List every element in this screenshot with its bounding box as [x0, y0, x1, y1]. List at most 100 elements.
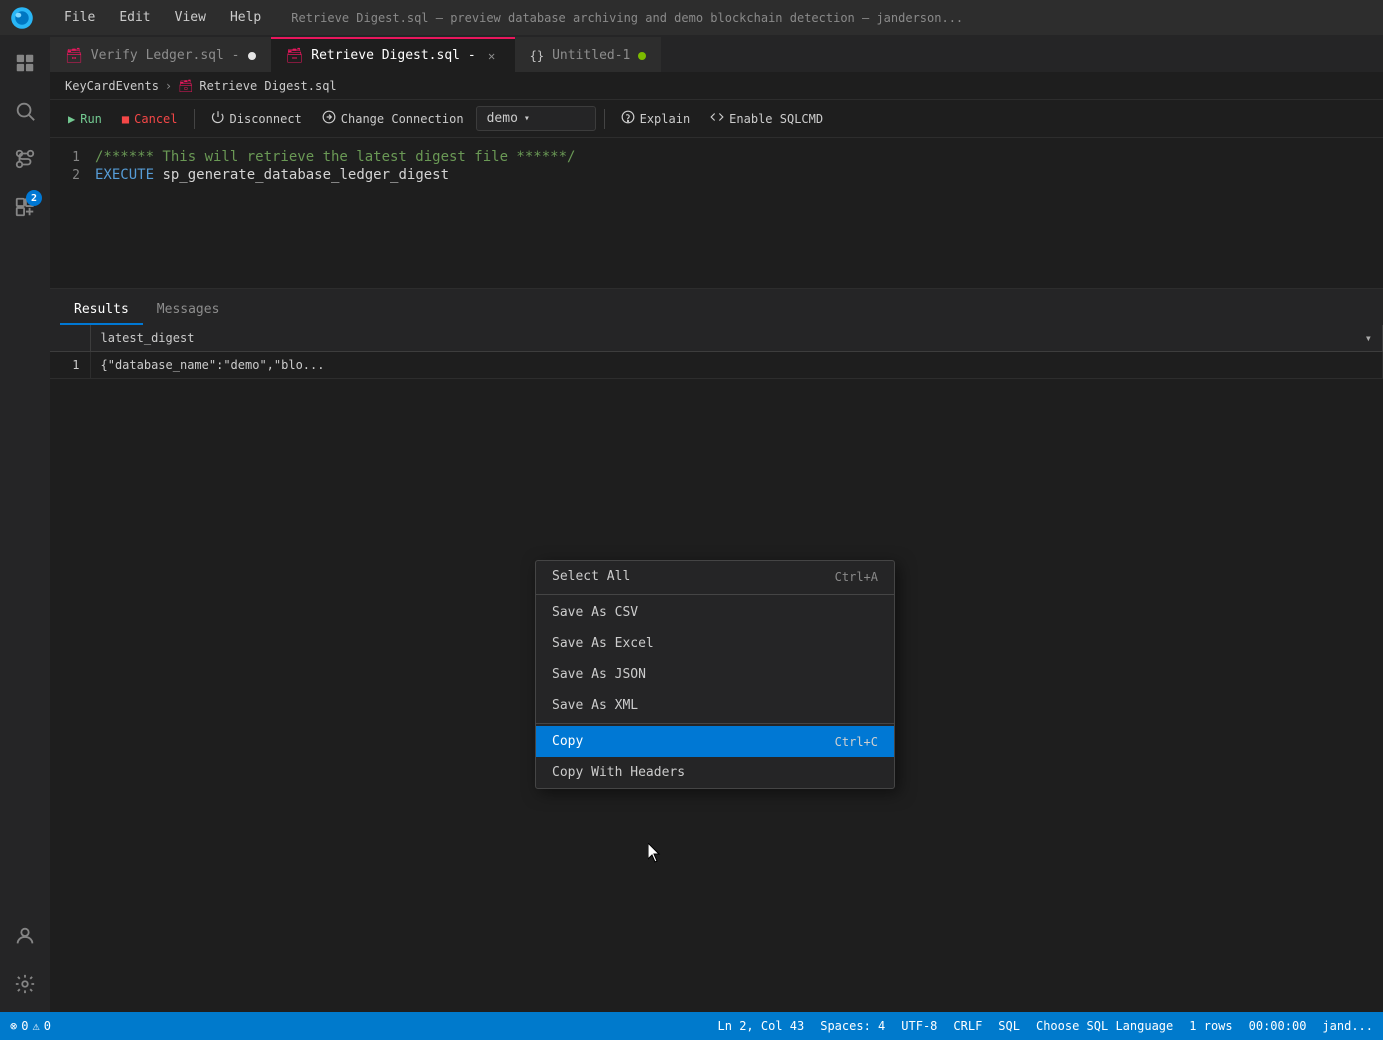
- disconnect-button[interactable]: Disconnect: [203, 106, 310, 131]
- run-icon: ▶: [68, 112, 75, 126]
- sort-icon: ▾: [1365, 331, 1372, 345]
- activity-bar: [0, 35, 50, 1012]
- tab-retrieve-close[interactable]: ✕: [484, 48, 500, 64]
- activity-icon-source-control[interactable]: [5, 139, 45, 179]
- cancel-button[interactable]: ■ Cancel: [114, 108, 186, 130]
- activity-icon-account[interactable]: [5, 916, 45, 956]
- status-spaces[interactable]: Spaces: 4: [820, 1019, 885, 1033]
- ctx-copy-with-headers[interactable]: Copy With Headers: [536, 757, 894, 788]
- status-time[interactable]: 00:00:00: [1249, 1019, 1307, 1033]
- status-encoding[interactable]: UTF-8: [901, 1019, 937, 1033]
- status-line-ending[interactable]: CRLF: [953, 1019, 982, 1033]
- breadcrumb-item-2[interactable]: Retrieve Digest.sql: [199, 79, 336, 93]
- status-user[interactable]: jand...: [1322, 1019, 1373, 1033]
- ctx-select-all-label: Select All: [552, 569, 630, 584]
- ctx-select-all[interactable]: Select All Ctrl+A: [536, 561, 894, 592]
- disconnect-icon: [211, 110, 225, 127]
- enable-sqlcmd-icon: [710, 110, 724, 127]
- tab-bar: 🗃 Verify Ledger.sql - 🗃 Retrieve Digest.…: [50, 35, 1383, 72]
- cell-latest-digest: {"database_name":"demo","blo...: [90, 352, 1383, 379]
- change-connection-label: Change Connection: [341, 112, 464, 126]
- status-choose-language[interactable]: Choose SQL Language: [1036, 1019, 1173, 1033]
- line-ending-text: CRLF: [953, 1019, 982, 1033]
- ctx-save-xml[interactable]: Save As XML: [536, 690, 894, 721]
- tab-verify-icon: 🗃: [65, 48, 83, 64]
- tab-untitled[interactable]: {} Untitled-1: [515, 37, 662, 72]
- change-connection-button[interactable]: Change Connection: [314, 106, 472, 131]
- tab-untitled-icon: {}: [530, 49, 544, 63]
- choose-language-text: Choose SQL Language: [1036, 1019, 1173, 1033]
- status-position[interactable]: Ln 2, Col 43: [718, 1019, 805, 1033]
- line-num-2: 2: [50, 168, 95, 183]
- cancel-icon: ■: [122, 112, 129, 126]
- column-header-latest-digest[interactable]: latest_digest ▾: [90, 325, 1383, 352]
- toolbar-sep-2: [604, 109, 605, 129]
- menu-help[interactable]: Help: [220, 6, 271, 29]
- ctx-save-json-label: Save As JSON: [552, 667, 646, 682]
- ctx-copy[interactable]: Copy Ctrl+C: [536, 726, 894, 757]
- editor-area: 🗃 Verify Ledger.sql - 🗃 Retrieve Digest.…: [50, 35, 1383, 1012]
- tab-verify-ledger[interactable]: 🗃 Verify Ledger.sql -: [50, 37, 271, 72]
- ctx-separator-1: [536, 594, 894, 595]
- error-count: 0: [21, 1019, 28, 1033]
- main-layout: 🗃 Verify Ledger.sql - 🗃 Retrieve Digest.…: [0, 35, 1383, 1012]
- code-content-2: EXECUTE sp_generate_database_ledger_dige…: [95, 167, 449, 183]
- menu-file[interactable]: File: [54, 6, 105, 29]
- status-rows[interactable]: 1 rows: [1189, 1019, 1232, 1033]
- enable-sqlcmd-button[interactable]: Enable SQLCMD: [702, 106, 831, 131]
- tab-untitled-label: Untitled-1: [552, 48, 630, 63]
- activity-icon-extensions[interactable]: [5, 187, 45, 227]
- status-left: ⊗ 0 ⚠ 0: [10, 1019, 51, 1033]
- chevron-down-icon: ▾: [524, 113, 530, 124]
- code-editor[interactable]: 1 /****** This will retrieve the latest …: [50, 138, 1383, 288]
- error-icon: ⊗: [10, 1019, 17, 1033]
- breadcrumb-item-1[interactable]: KeyCardEvents: [65, 79, 159, 93]
- ctx-separator-2: [536, 723, 894, 724]
- ctx-copy-headers-label: Copy With Headers: [552, 765, 685, 780]
- tab-retrieve-icon: 🗃: [286, 48, 304, 64]
- toolbar: ▶ Run ■ Cancel Disconnect: [50, 100, 1383, 138]
- tab-retrieve-digest[interactable]: 🗃 Retrieve Digest.sql - ✕: [271, 37, 515, 72]
- language-text: SQL: [998, 1019, 1020, 1033]
- column-header-label: latest_digest: [101, 331, 195, 345]
- rows-text: 1 rows: [1189, 1019, 1232, 1033]
- code-content-1: /****** This will retrieve the latest di…: [95, 149, 575, 165]
- cancel-label: Cancel: [134, 112, 177, 126]
- results-tab-results[interactable]: Results: [60, 296, 143, 325]
- disconnect-label: Disconnect: [230, 112, 302, 126]
- ctx-save-csv[interactable]: Save As CSV: [536, 597, 894, 628]
- menu-edit[interactable]: Edit: [109, 6, 160, 29]
- run-button[interactable]: ▶ Run: [60, 108, 110, 130]
- status-errors[interactable]: ⊗ 0 ⚠ 0: [10, 1019, 51, 1033]
- connection-dropdown[interactable]: demo ▾: [476, 106, 596, 131]
- change-connection-icon: [322, 110, 336, 127]
- ctx-copy-label: Copy: [552, 734, 583, 749]
- context-menu: Select All Ctrl+A Save As CSV Save As Ex…: [535, 560, 895, 789]
- breadcrumb: KeyCardEvents › 🗃 Retrieve Digest.sql: [50, 72, 1383, 100]
- warning-icon: ⚠: [32, 1019, 39, 1033]
- connection-value: demo: [487, 111, 518, 126]
- explain-label: Explain: [640, 112, 691, 126]
- activity-icon-settings[interactable]: [5, 964, 45, 1004]
- ctx-save-excel[interactable]: Save As Excel: [536, 628, 894, 659]
- toolbar-sep-1: [194, 109, 195, 129]
- user-text: jand...: [1322, 1019, 1373, 1033]
- encoding-text: UTF-8: [901, 1019, 937, 1033]
- status-bar: ⊗ 0 ⚠ 0 Ln 2, Col 43 Spaces: 4 UTF-8 CRL…: [0, 1012, 1383, 1040]
- explain-icon: [621, 110, 635, 127]
- code-line-1: 1 /****** This will retrieve the latest …: [50, 148, 1383, 166]
- table-header-row: latest_digest ▾: [50, 325, 1383, 352]
- activity-icon-search[interactable]: [5, 91, 45, 131]
- status-language[interactable]: SQL: [998, 1019, 1020, 1033]
- row-num-header: [50, 325, 90, 352]
- title-bar: File Edit View Help Retrieve Digest.sql …: [0, 0, 1383, 35]
- ctx-save-xml-label: Save As XML: [552, 698, 638, 713]
- ctx-save-json[interactable]: Save As JSON: [536, 659, 894, 690]
- menu-view[interactable]: View: [165, 6, 216, 29]
- results-tab-messages[interactable]: Messages: [143, 296, 234, 325]
- activity-icon-explorer[interactable]: [5, 43, 45, 83]
- ctx-select-all-shortcut: Ctrl+A: [835, 570, 878, 584]
- explain-button[interactable]: Explain: [613, 106, 699, 131]
- menu-bar: File Edit View Help: [54, 6, 271, 29]
- results-table: latest_digest ▾ 1 {"database_name":"demo…: [50, 325, 1383, 379]
